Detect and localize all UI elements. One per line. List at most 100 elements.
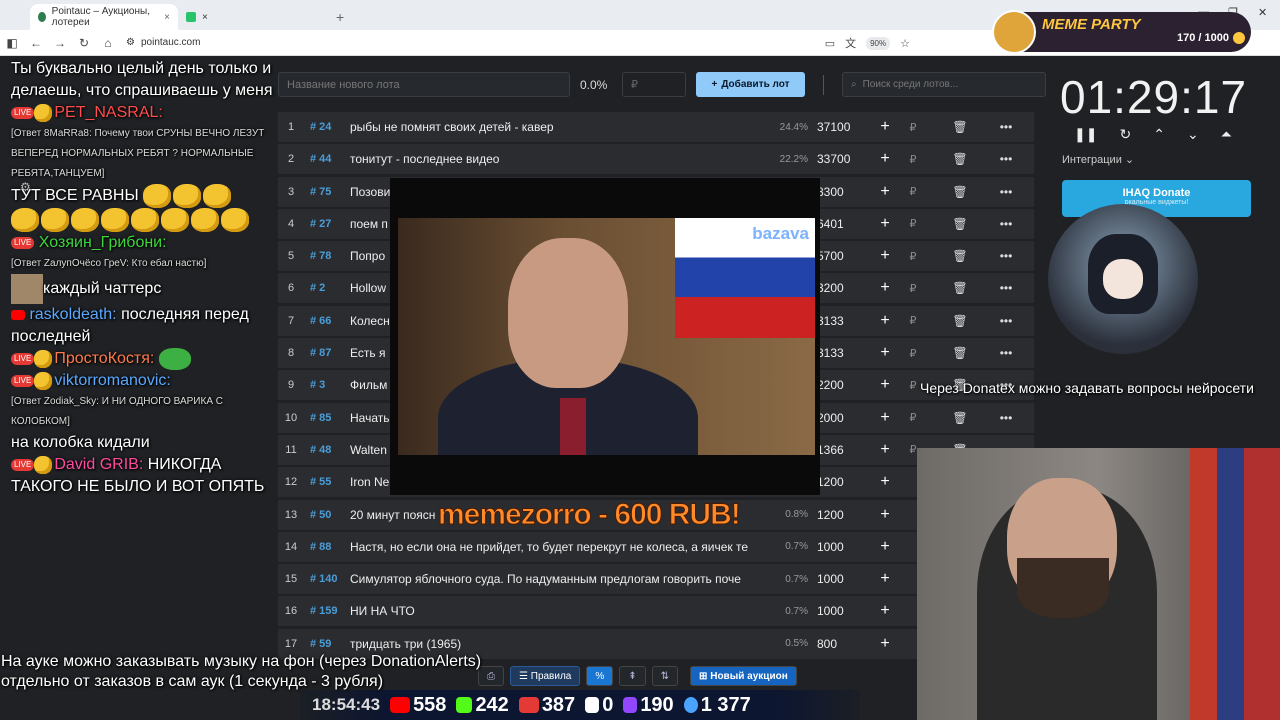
lot-amount[interactable]: 1000 (808, 572, 868, 586)
tab-close-icon[interactable]: × (202, 12, 208, 23)
more-options-icon[interactable]: ••• (996, 120, 1016, 134)
sort-icon[interactable]: ⇅ (651, 666, 679, 686)
trash-icon[interactable]: 🗑 (924, 346, 996, 360)
add-amount-button[interactable]: + (868, 183, 902, 201)
add-amount-button[interactable]: + (868, 570, 902, 588)
more-options-icon[interactable]: ••• (996, 249, 1016, 263)
chat-reply: [Ответ Zodiak_Sky: И НИ ОДНОГО ВАРИКА С … (11, 396, 223, 428)
lot-name[interactable]: Симулятор яблочного суда. По надуманным … (344, 572, 762, 586)
add-amount-button[interactable]: + (868, 635, 902, 653)
add-amount-button[interactable]: + (868, 215, 902, 233)
add-lot-button[interactable]: + Добавить лот (696, 72, 805, 97)
lot-name[interactable]: тонитут - последнее видео (344, 152, 762, 166)
add-amount-button[interactable]: + (868, 344, 902, 362)
rutube-viewers: 0 (602, 693, 614, 716)
add-amount-button[interactable]: + (868, 247, 902, 265)
zoom-level[interactable]: 90% (866, 36, 891, 50)
more-options-icon[interactable]: ••• (996, 152, 1016, 166)
add-amount-button[interactable]: + (868, 118, 902, 136)
lot-search-input[interactable]: ⌕ Поиск среди лотов... (842, 72, 1046, 97)
trash-icon[interactable]: 🗑 (924, 411, 996, 425)
reader-icon[interactable]: ▭ (825, 37, 835, 50)
add-amount-button[interactable]: + (868, 473, 902, 491)
more-options-icon[interactable]: ••• (996, 217, 1016, 231)
add-amount-button[interactable]: + (868, 376, 902, 394)
lot-index: 2 (287, 153, 295, 166)
new-tab-button[interactable]: + (336, 9, 344, 25)
favorite-star-icon[interactable]: ☆ (900, 37, 910, 50)
more-options-icon[interactable]: ••• (996, 185, 1016, 199)
gear-icon[interactable]: ⚙ (20, 180, 31, 194)
add-amount-button[interactable]: + (868, 312, 902, 330)
rules-button[interactable]: ☰ Правила (510, 666, 581, 686)
lot-amount[interactable]: 33700 (808, 152, 868, 166)
lot-name[interactable]: Настя, но если она не прийдет, то будет … (344, 540, 762, 554)
back-icon[interactable]: ← (24, 36, 48, 50)
trash-icon[interactable]: 🗑 (924, 120, 996, 134)
donate-sub: ркальные виджеты! (1124, 199, 1189, 206)
rules-label: Правила (530, 670, 572, 682)
new-auction-button[interactable]: ⊞ Новый аукцион (690, 666, 797, 686)
tab-title: Pointauc – Аукционы, лотереи (51, 6, 150, 28)
sidebar-toggle-icon[interactable]: ◧ (0, 36, 24, 50)
lot-amount[interactable]: 1000 (808, 540, 868, 554)
add-amount-button[interactable]: + (868, 441, 902, 459)
trophy-icon (34, 456, 53, 474)
browser-tab-kick[interactable]: × (178, 4, 328, 30)
forward-icon[interactable]: → (48, 36, 72, 50)
translate-icon[interactable]: 文 (845, 35, 856, 51)
home-icon[interactable]: ⌂ (96, 36, 120, 50)
currency-icon: ₽ (909, 250, 917, 263)
url-field[interactable]: ⚙ pointauc.com (126, 37, 200, 48)
chat-reply: [Ответ 8MaRRa8: Почему твои СРУНЫ ВЕЧНО … (11, 128, 265, 179)
lot-amount[interactable]: 800 (808, 637, 868, 651)
chevron-up-icon[interactable]: ⌃ (1153, 126, 1165, 143)
pause-icon[interactable]: ❚❚ (1074, 126, 1097, 143)
lot-index: 15 (284, 573, 298, 586)
lot-amount[interactable]: 37100 (808, 120, 868, 134)
trash-icon[interactable]: 🗑 (924, 314, 996, 328)
new-lot-amount-input[interactable]: ₽ (622, 72, 686, 97)
add-amount-button[interactable]: + (868, 538, 902, 556)
close-window-button[interactable]: ✕ (1258, 6, 1267, 19)
lot-name[interactable]: рыбы не помнят своих детей - кавер (344, 120, 762, 134)
site-info-icon[interactable]: ⚙ (126, 37, 135, 48)
chat-username: Хозяин_Грибони: (38, 234, 167, 251)
reload-icon[interactable]: ↻ (72, 36, 96, 50)
browser-tab-active[interactable]: Pointauc – Аукционы, лотереи × (30, 4, 178, 30)
add-amount-button[interactable]: + (868, 279, 902, 297)
emote-icon (143, 184, 172, 208)
lot-name[interactable]: тридцать три (1965) (344, 637, 762, 651)
tab-close-icon[interactable]: × (164, 12, 170, 23)
emote-icon (101, 208, 129, 232)
add-amount-button[interactable]: + (868, 602, 902, 620)
split-icon[interactable]: ⇞ (619, 666, 646, 686)
integrations-dropdown[interactable]: Интеграции ⌄ (1062, 153, 1134, 166)
trash-icon[interactable]: 🗑 (924, 217, 996, 231)
lot-row[interactable]: 1 # 24 рыбы не помнят своих детей - кавер 2… (278, 112, 1034, 142)
lot-row[interactable]: 2 # 44 тонитут - последнее видео 22.2% 33700… (278, 144, 1034, 175)
lot-amount[interactable]: 1000 (808, 604, 868, 618)
lot-name[interactable]: НИ НА ЧТО (344, 604, 762, 618)
save-icon[interactable]: ⎙ (478, 666, 504, 686)
top-icon[interactable]: ⏶ (1221, 126, 1232, 143)
percent-toggle[interactable]: % (586, 666, 614, 686)
add-amount-button[interactable]: + (868, 150, 902, 168)
trash-icon[interactable]: 🗑 (924, 152, 996, 166)
more-options-icon[interactable]: ••• (996, 281, 1016, 295)
lot-amount[interactable]: 1200 (808, 508, 868, 522)
chevron-down-icon[interactable]: ⌄ (1187, 126, 1199, 143)
trash-icon[interactable]: 🗑 (924, 281, 996, 295)
more-options-icon[interactable]: ••• (996, 314, 1016, 328)
add-amount-button[interactable]: + (868, 506, 902, 524)
more-options-icon[interactable]: ••• (996, 411, 1016, 425)
emote-icon (34, 372, 53, 390)
more-options-icon[interactable]: ••• (996, 346, 1016, 360)
new-lot-name-input[interactable]: Название нового лота (278, 72, 570, 97)
trash-icon[interactable]: 🗑 (924, 185, 996, 199)
rutube-icon (585, 697, 600, 714)
reset-icon[interactable]: ↻ (1119, 126, 1131, 143)
lot-index: 5 (287, 250, 295, 263)
add-amount-button[interactable]: + (868, 409, 902, 427)
trash-icon[interactable]: 🗑 (924, 249, 996, 263)
